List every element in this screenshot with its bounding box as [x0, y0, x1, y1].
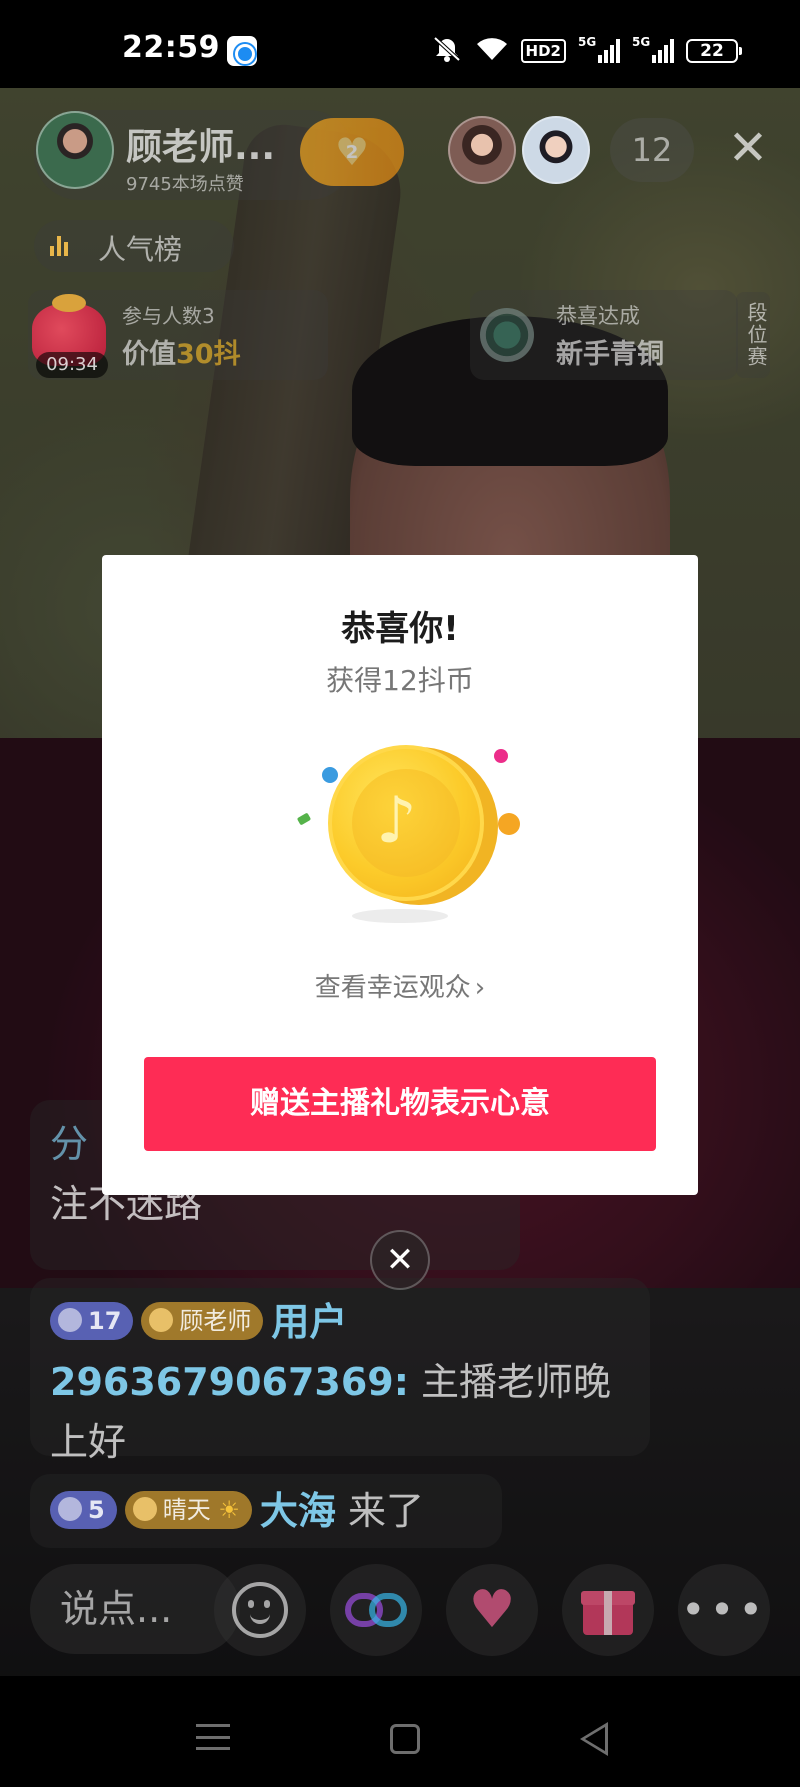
chevron-right-icon: ›	[474, 973, 486, 1003]
user-level-badge: 17	[50, 1301, 134, 1340]
chat-user-id[interactable]: 2963679067369:	[50, 1360, 409, 1404]
anchor-avatar[interactable]	[36, 111, 114, 189]
achievement-rank: 新手青铜	[556, 339, 664, 370]
bronze-badge-icon	[480, 308, 534, 362]
more-button[interactable]: •••	[678, 1564, 770, 1656]
status-icons: HD2 5G 5G 22	[431, 34, 742, 68]
app-icon	[227, 36, 257, 66]
signal-icon-2: 5G	[632, 35, 674, 63]
like-heart-icon: ♥	[468, 1580, 516, 1640]
user-level: 5	[88, 1495, 105, 1524]
gift-icon	[581, 1585, 635, 1635]
status-bar: 22:59 HD2 5G 5G 22	[0, 0, 800, 88]
fan-club-badge: 晴天 ☀	[124, 1490, 252, 1529]
reward-modal: 恭喜你! 获得12抖币 ♪ 查看幸运观众 › 赠送主播礼物表示心意	[102, 555, 698, 1195]
recent-apps-icon[interactable]	[196, 1724, 230, 1750]
battery-icon: 22	[686, 39, 742, 63]
viewer-avatar[interactable]	[522, 116, 590, 184]
fan-heart-icon	[132, 1496, 157, 1521]
red-packet-value: 价值30抖	[122, 332, 241, 371]
fan-heart-icon	[149, 1307, 174, 1332]
modal-close-button[interactable]: ✕	[370, 1230, 430, 1290]
chat-enter-action: 来了	[347, 1489, 424, 1533]
sun-icon: ☀	[218, 1495, 240, 1524]
bar-chart-icon	[50, 234, 68, 256]
signal-icon: 5G	[578, 35, 620, 63]
chat-user-name[interactable]: 大海	[260, 1489, 336, 1533]
close-live-icon[interactable]: ✕	[720, 120, 776, 176]
emoji-button[interactable]	[214, 1564, 306, 1656]
diamond-icon	[58, 1496, 82, 1521]
mute-icon	[431, 35, 463, 68]
home-icon[interactable]	[390, 1724, 420, 1754]
more-icon: •••	[680, 1585, 768, 1634]
comment-input[interactable]: 说点...	[30, 1564, 240, 1654]
viewer-avatar[interactable]	[448, 116, 516, 184]
popularity-rank-label: 人气榜	[98, 233, 183, 266]
gift-button[interactable]	[562, 1564, 654, 1656]
red-packet-value-amount: 30抖	[176, 339, 241, 370]
diamond-icon	[58, 1307, 82, 1332]
lucky-audience-link[interactable]: 查看幸运观众 ›	[102, 967, 698, 1004]
modal-subtitle: 获得12抖币	[326, 664, 474, 697]
achievement-title: 恭喜达成	[556, 304, 640, 328]
fan-club-badge: 顾老师	[141, 1301, 264, 1340]
user-level: 17	[88, 1306, 122, 1335]
fan-club-name: 晴天	[162, 1495, 211, 1524]
anchor-likes: 9745本场点赞	[126, 174, 244, 195]
hd-icon: HD2	[520, 39, 566, 63]
like-button[interactable]: ♥	[446, 1564, 538, 1656]
follow-button[interactable]: ♥ 2	[300, 118, 404, 186]
chat-enter-message: 5 晴天 ☀ 大海 来了	[30, 1474, 502, 1548]
user-level-badge: 5	[50, 1490, 117, 1529]
fan-club-name: 顾老师	[179, 1306, 252, 1335]
status-time: 22:59	[122, 30, 220, 65]
send-gift-button[interactable]: 赠送主播礼物表示心意	[144, 1057, 656, 1151]
red-packet-value-prefix: 价值	[122, 339, 176, 370]
link-mic-button[interactable]	[330, 1564, 422, 1656]
coin-icon: ♪	[280, 733, 520, 933]
lucky-audience-label: 查看幸运观众	[314, 973, 471, 1003]
smiley-icon	[232, 1582, 288, 1638]
chat-message: 17 顾老师 用户 2963679067369: 主播老师晚上好	[30, 1278, 650, 1464]
modal-title: 恭喜你!	[341, 609, 459, 649]
link-icon	[345, 1593, 407, 1627]
follow-count: 2	[345, 141, 359, 163]
rank-match-tab[interactable]: 段位赛	[736, 292, 770, 378]
signal-label-2: 5G	[632, 35, 651, 49]
wifi-icon	[475, 36, 509, 67]
red-packet-timer: 09:34	[36, 352, 108, 378]
chat-user-name[interactable]: 用户	[271, 1300, 347, 1344]
viewer-count[interactable]: 12	[610, 118, 694, 182]
anchor-name[interactable]: 顾老师...	[126, 118, 275, 170]
red-packet-participants: 参与人数3	[122, 304, 215, 328]
back-icon[interactable]	[580, 1722, 608, 1756]
signal-label: 5G	[578, 35, 597, 49]
